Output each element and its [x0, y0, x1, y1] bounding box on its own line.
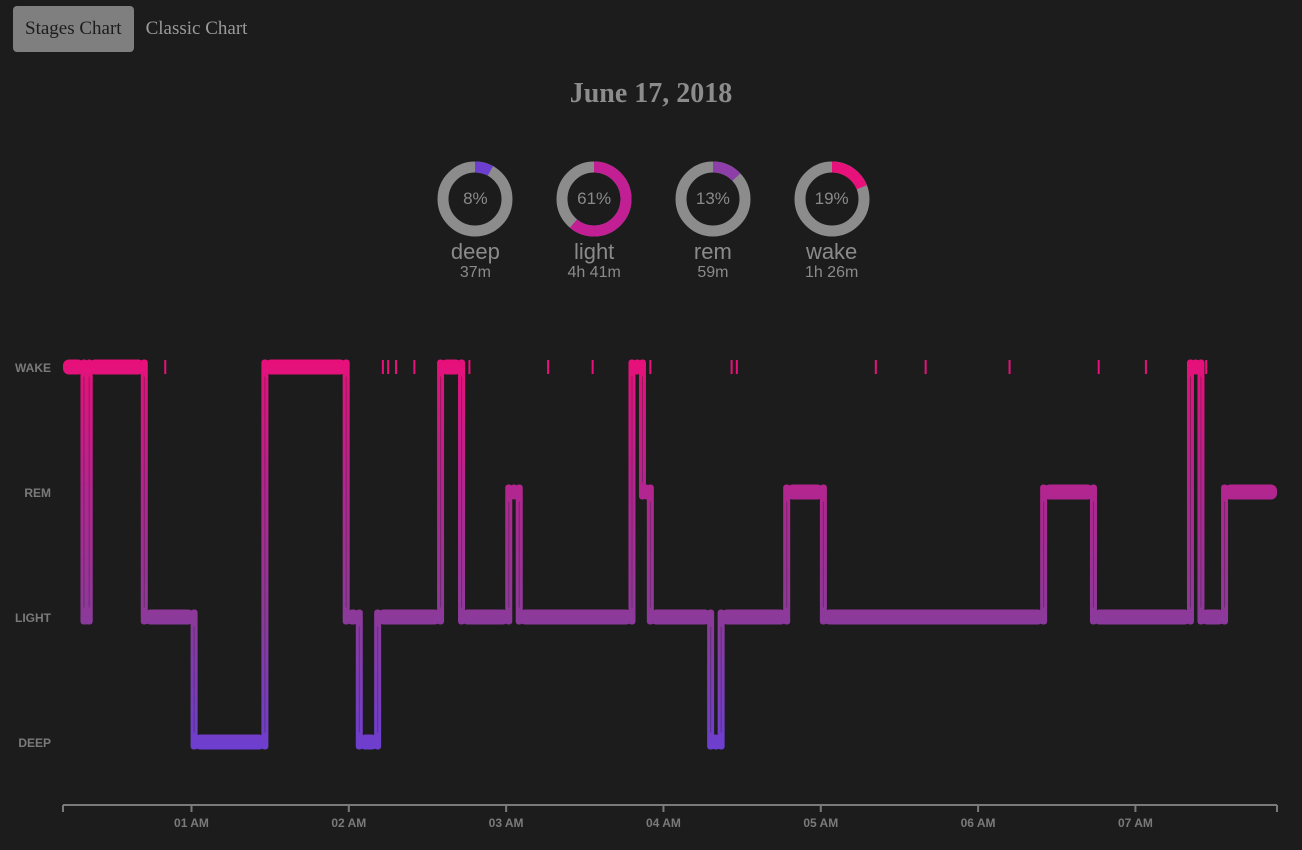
wake-percent: 19% — [814, 189, 849, 208]
chart-type-tabs: Stages Chart Classic Chart — [13, 6, 259, 52]
short-wake-mark — [394, 360, 397, 374]
short-wake-mark — [381, 360, 384, 374]
rem-label: rem — [693, 239, 732, 264]
y-label-deep: DEEP — [18, 736, 51, 750]
stage-segment-rem — [508, 484, 520, 500]
deep-percent: 8% — [463, 189, 488, 208]
chart-date-title: June 17, 2018 — [569, 78, 733, 109]
x-tick-label: 04 AM — [646, 816, 681, 830]
deep-label: deep — [450, 239, 500, 264]
tab-stages-chart[interactable]: Stages Chart — [13, 6, 134, 52]
short-wake-mark — [730, 360, 733, 374]
stage-segment-light — [346, 609, 360, 625]
stage-segment-light — [377, 609, 441, 625]
stage-segment-wake — [264, 359, 347, 375]
stage-segment-light — [461, 609, 509, 625]
rem-ring: 13% — [674, 160, 752, 238]
light-label: light — [573, 239, 615, 264]
x-tick-label: 01 AM — [174, 816, 209, 830]
short-wake-mark — [164, 360, 167, 374]
stage-marks — [63, 359, 1277, 750]
wake-duration: 1h 26m — [804, 264, 859, 281]
x-tick-label: 07 AM — [1118, 816, 1153, 830]
stage-segment-rem — [1043, 484, 1094, 500]
stage-segment-rem — [1224, 484, 1277, 500]
light-percent: 61% — [577, 189, 612, 208]
short-wake-mark — [387, 360, 390, 374]
stage-segment-light — [519, 609, 632, 625]
deep-duration: 37m — [459, 264, 491, 281]
short-wake-mark — [924, 360, 927, 374]
stage-segment-wake — [631, 359, 643, 375]
light-duration: 4h 41m — [567, 264, 621, 281]
stage-segment-rem — [786, 484, 824, 500]
light-ring: 61% — [555, 160, 633, 238]
x-axis-ticks: 01 AM 02 AM 03 AM 04 AM 05 AM 06 AM 07 AM — [174, 805, 1153, 830]
deep-ring: 8% — [436, 160, 514, 238]
y-label-wake: WAKE — [15, 361, 51, 375]
short-wake-mark — [1097, 360, 1100, 374]
tab-classic-chart[interactable]: Classic Chart — [134, 6, 260, 52]
x-tick-label: 05 AM — [803, 816, 838, 830]
stage-segment-light — [1200, 609, 1225, 625]
stat-wake: 19% wake 1h 26m — [772, 160, 891, 282]
wake-ring: 19% — [793, 160, 871, 238]
short-wake-mark — [547, 360, 550, 374]
short-wake-mark — [413, 360, 416, 374]
stage-segment-deep — [710, 734, 722, 750]
stage-segment-deep — [359, 734, 378, 750]
sleep-stages-chart: WAKE REM LIGHT DEEP 01 AM 02 AM 03 AM 04 AM… — [15, 359, 1278, 830]
stat-rem: 13% rem 59m — [654, 160, 773, 282]
x-tick-label: 03 AM — [489, 816, 524, 830]
stage-summary: 8% deep 37m 61% light 4h 41m 13% rem 59m — [416, 160, 891, 282]
short-wake-mark — [735, 360, 738, 374]
stage-segment-wake — [63, 359, 84, 375]
stage-segment-light — [83, 609, 90, 625]
rem-duration: 59m — [697, 264, 729, 281]
y-label-rem: REM — [24, 486, 51, 500]
rem-percent: 13% — [695, 189, 730, 208]
stage-segment-light — [1093, 609, 1191, 625]
short-wake-mark — [591, 360, 594, 374]
stage-segment-deep — [194, 734, 265, 750]
stage-segment-wake — [89, 359, 145, 375]
short-wake-mark — [1144, 360, 1147, 374]
stage-segment-light — [650, 609, 711, 625]
short-wake-mark — [649, 360, 652, 374]
y-label-light: LIGHT — [15, 611, 52, 625]
short-wake-mark — [1205, 360, 1208, 374]
stage-segment-light — [144, 609, 195, 625]
short-wake-mark — [468, 360, 471, 374]
x-tick-label: 02 AM — [331, 816, 366, 830]
stage-segment-rem — [642, 484, 651, 500]
stage-segment-wake — [1190, 359, 1201, 375]
x-tick-label: 06 AM — [961, 816, 996, 830]
stat-light: 61% light 4h 41m — [535, 160, 654, 282]
stage-segment-light — [823, 609, 1044, 625]
short-wake-mark — [1008, 360, 1011, 374]
stage-segment-wake — [440, 359, 462, 375]
short-wake-mark — [874, 360, 877, 374]
wake-label: wake — [805, 239, 858, 264]
stat-deep: 8% deep 37m — [416, 160, 535, 282]
stage-segment-light — [721, 609, 787, 625]
